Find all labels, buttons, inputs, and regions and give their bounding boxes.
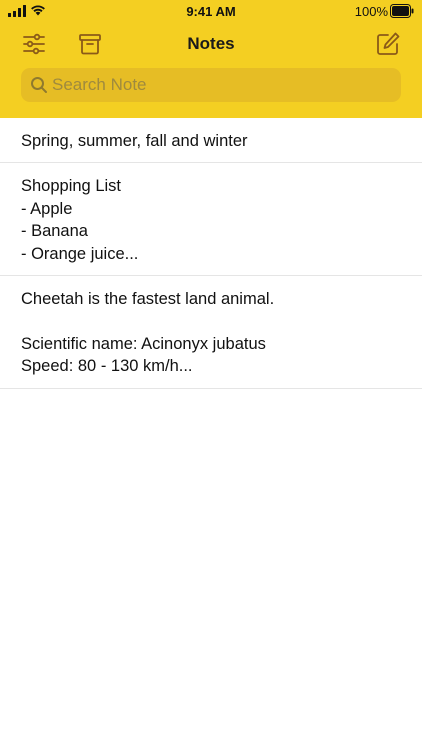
search-bar[interactable]: [21, 68, 401, 102]
note-item[interactable]: Spring, summer, fall and winter: [0, 118, 422, 164]
header-bar: 9:41 AM 100% Notes Search Note: [0, 0, 422, 118]
note-preview-text: Cheetah is the fastest land animal. Scie…: [21, 290, 275, 376]
note-item[interactable]: Cheetah is the fastest land animal. Scie…: [0, 276, 422, 389]
note-preview-text: Shopping List - Apple - Banana - Orange …: [21, 177, 139, 263]
battery-icon: [390, 4, 414, 18]
battery-percent: 100%: [354, 4, 388, 19]
compose-icon: [377, 32, 400, 55]
note-preview-text: Spring, summer, fall and winter: [21, 132, 248, 150]
note-item[interactable]: Shopping List - Apple - Banana - Orange …: [0, 163, 422, 277]
status-bar: 9:41 AM 100%: [0, 0, 422, 22]
compose-button[interactable]: [374, 30, 402, 58]
search-icon: [31, 77, 47, 93]
notes-list: Spring, summer, fall and winter Shopping…: [0, 118, 422, 389]
navigation-bar: Notes: [0, 26, 422, 62]
search-input[interactable]: [52, 75, 372, 95]
page-title: Notes: [187, 34, 235, 53]
